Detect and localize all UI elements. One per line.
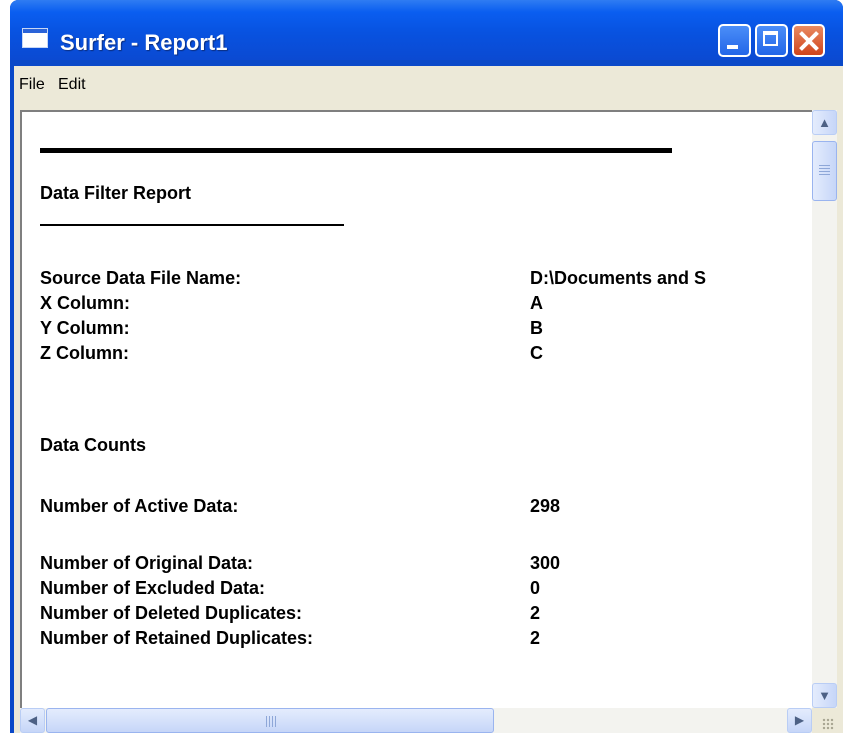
header-rule	[40, 148, 672, 153]
horizontal-scroll-thumb[interactable]	[46, 708, 494, 733]
source-file-label: Source Data File Name:	[40, 268, 242, 288]
z-column-label: Z Column:	[40, 343, 129, 363]
original-data-label: Number of Original Data:	[40, 553, 254, 573]
chevron-down-icon: ▼	[818, 688, 831, 703]
y-column-label: Y Column:	[40, 318, 130, 338]
x-column-label: X Column:	[40, 293, 130, 313]
deleted-duplicates-value: 2	[530, 603, 541, 623]
excluded-data-value: 0	[530, 578, 541, 598]
scroll-down-button[interactable]: ▼	[812, 683, 837, 708]
chevron-right-icon: ▶	[794, 713, 805, 727]
scroll-right-button[interactable]: ▶	[787, 708, 812, 733]
chevron-left-icon: ◀	[27, 713, 38, 727]
menu-edit[interactable]: Edit	[58, 76, 86, 94]
source-file-value: D:\Documents and S	[530, 268, 707, 288]
vertical-scrollbar[interactable]: ▲ ▼	[812, 110, 837, 708]
original-data-value: 300	[530, 553, 561, 573]
grip-icon	[819, 165, 830, 177]
window-title: Surfer - Report1	[60, 30, 228, 55]
report-window: Surfer - Report1 File Edit Data Filter R…	[10, 0, 843, 733]
excluded-data-label: Number of Excluded Data:	[40, 578, 266, 598]
horizontal-scrollbar[interactable]: ◀ ▶	[20, 708, 812, 733]
data-counts-heading: Data Counts	[40, 435, 147, 455]
scroll-left-button[interactable]: ◀	[20, 708, 45, 733]
grip-icon	[266, 716, 278, 727]
resize-grip-icon[interactable]	[812, 708, 837, 733]
title-bar[interactable]: Surfer - Report1	[10, 0, 843, 60]
retained-duplicates-label: Number of Retained Duplicates:	[40, 628, 314, 648]
close-button[interactable]	[792, 24, 825, 57]
title-underline	[40, 224, 344, 226]
menu-file[interactable]: File	[19, 76, 45, 94]
x-column-value: A	[530, 293, 543, 313]
active-data-value: 298	[530, 496, 561, 516]
report-content: Data Filter Report Source Data File Name…	[20, 110, 812, 710]
menu-bar: File Edit	[14, 66, 843, 106]
retained-duplicates-value: 2	[530, 628, 541, 648]
y-column-value: B	[530, 318, 543, 338]
minimize-button[interactable]	[718, 24, 751, 57]
app-window-icon	[22, 28, 48, 48]
chevron-up-icon: ▲	[818, 115, 831, 130]
vertical-scroll-thumb[interactable]	[812, 141, 837, 201]
active-data-label: Number of Active Data:	[40, 496, 239, 516]
report-title: Data Filter Report	[40, 183, 192, 203]
scroll-up-button[interactable]: ▲	[812, 110, 837, 135]
client-area: Data Filter Report Source Data File Name…	[14, 106, 843, 733]
maximize-button[interactable]	[755, 24, 788, 57]
z-column-value: C	[530, 343, 543, 363]
deleted-duplicates-label: Number of Deleted Duplicates:	[40, 603, 303, 623]
